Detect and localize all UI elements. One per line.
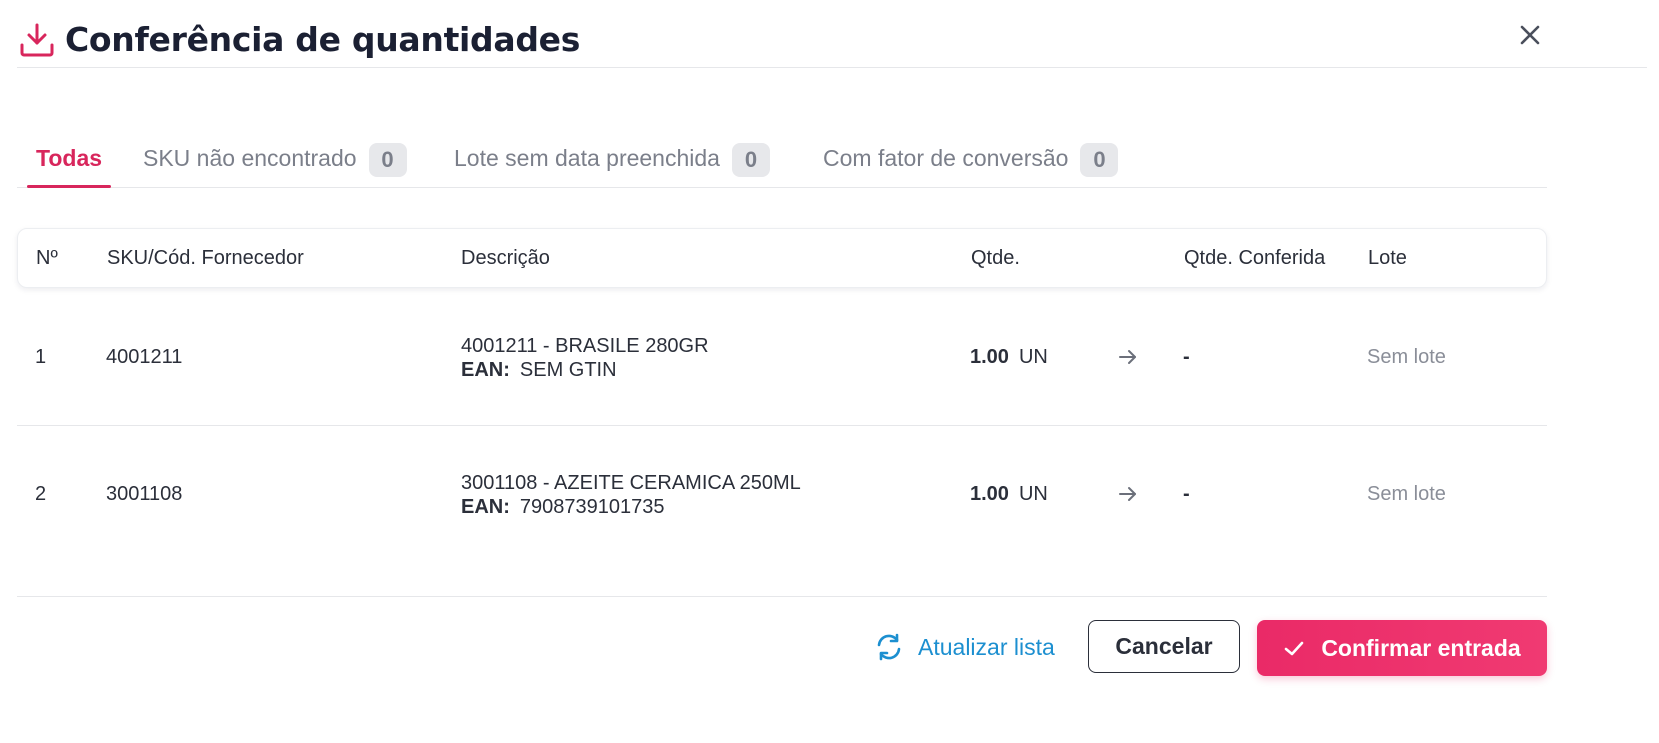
qty-value: 1.00: [970, 483, 1009, 505]
tab-lote-sem-data[interactable]: Lote sem data preenchida 0: [454, 128, 770, 187]
tab-label: SKU não encontrado: [143, 145, 357, 171]
column-header-num: Nº: [36, 247, 58, 269]
row-number: 1: [35, 346, 47, 368]
column-header-qty-checked: Qtde. Conferida: [1184, 247, 1326, 269]
row-description: 3001108 - AZEITE CERAMICA 250ML EAN: 7908…: [461, 471, 801, 519]
ean-line: EAN: 7908739101735: [461, 495, 801, 519]
row-qty: 1.00 UN: [970, 483, 1048, 506]
cancel-button[interactable]: Cancelar: [1088, 620, 1240, 673]
tab-label: Todas: [36, 145, 103, 171]
row-qty: 1.00 UN: [970, 346, 1048, 369]
close-icon[interactable]: [1517, 22, 1543, 48]
footer-divider: [17, 596, 1547, 597]
row-lote: Sem lote: [1367, 346, 1446, 368]
tab-label: Com fator de conversão: [823, 145, 1069, 171]
modal-header: Conferência de quantidades: [17, 0, 1647, 68]
column-header-sku: SKU/Cód. Fornecedor: [107, 247, 304, 269]
table-header: Nº SKU/Cód. Fornecedor Descrição Qtde. Q…: [17, 228, 1547, 288]
column-header-lote: Lote: [1368, 247, 1407, 269]
check-icon: [1285, 641, 1304, 656]
row-sku: 4001211: [106, 346, 183, 368]
qty-unit: UN: [1018, 346, 1048, 368]
tab-count-badge: 0: [368, 143, 407, 177]
arrow-right-icon: [1119, 487, 1136, 501]
tab-count-badge: 0: [1080, 143, 1119, 177]
tab-todas[interactable]: Todas: [27, 128, 112, 188]
table-row: 2 3001108 3001108 - AZEITE CERAMICA 250M…: [17, 426, 1547, 563]
row-lote: Sem lote: [1367, 483, 1446, 505]
row-description: 4001211 - BRASILE 280GR EAN: SEM GTIN: [461, 334, 709, 382]
ean-label: EAN:: [461, 359, 510, 381]
column-header-qty: Qtde.: [971, 247, 1020, 269]
ean-line: EAN: SEM GTIN: [461, 358, 709, 382]
filter-tabs: Todas SKU não encontrado 0 Lote sem data…: [17, 128, 1547, 188]
ean-value: 7908739101735: [519, 496, 665, 518]
refresh-icon: [877, 633, 901, 661]
description-text: 3001108 - AZEITE CERAMICA 250ML: [461, 472, 801, 494]
refresh-list-button[interactable]: Atualizar lista: [874, 629, 1055, 665]
row-qty-checked: -: [1183, 483, 1190, 505]
tab-label: Lote sem data preenchida: [454, 145, 720, 171]
tab-count-badge: 0: [731, 143, 770, 177]
qty-unit: UN: [1018, 483, 1048, 505]
arrow-right-icon: [1119, 350, 1136, 364]
confirm-entry-button[interactable]: Confirmar entrada: [1257, 620, 1547, 676]
row-qty-checked: -: [1183, 346, 1190, 368]
page-title: Conferência de quantidades: [65, 20, 581, 59]
tab-sku-nao-encontrado[interactable]: SKU não encontrado 0: [143, 128, 407, 187]
ean-label: EAN:: [461, 496, 510, 518]
quantity-check-modal: Conferência de quantidades Todas SKU não…: [0, 0, 1659, 743]
table-row: 1 4001211 4001211 - BRASILE 280GR EAN: SE…: [17, 289, 1547, 426]
row-sku: 3001108: [106, 483, 183, 505]
confirm-entry-label: Confirmar entrada: [1321, 634, 1521, 661]
ean-value: SEM GTIN: [519, 359, 617, 381]
refresh-list-label: Atualizar lista: [918, 633, 1055, 660]
tab-fator-conversao[interactable]: Com fator de conversão 0: [823, 128, 1119, 187]
download-icon: [20, 23, 54, 57]
row-number: 2: [35, 483, 47, 505]
qty-value: 1.00: [970, 346, 1009, 368]
description-text: 4001211 - BRASILE 280GR: [461, 335, 709, 357]
column-header-description: Descrição: [461, 247, 550, 269]
